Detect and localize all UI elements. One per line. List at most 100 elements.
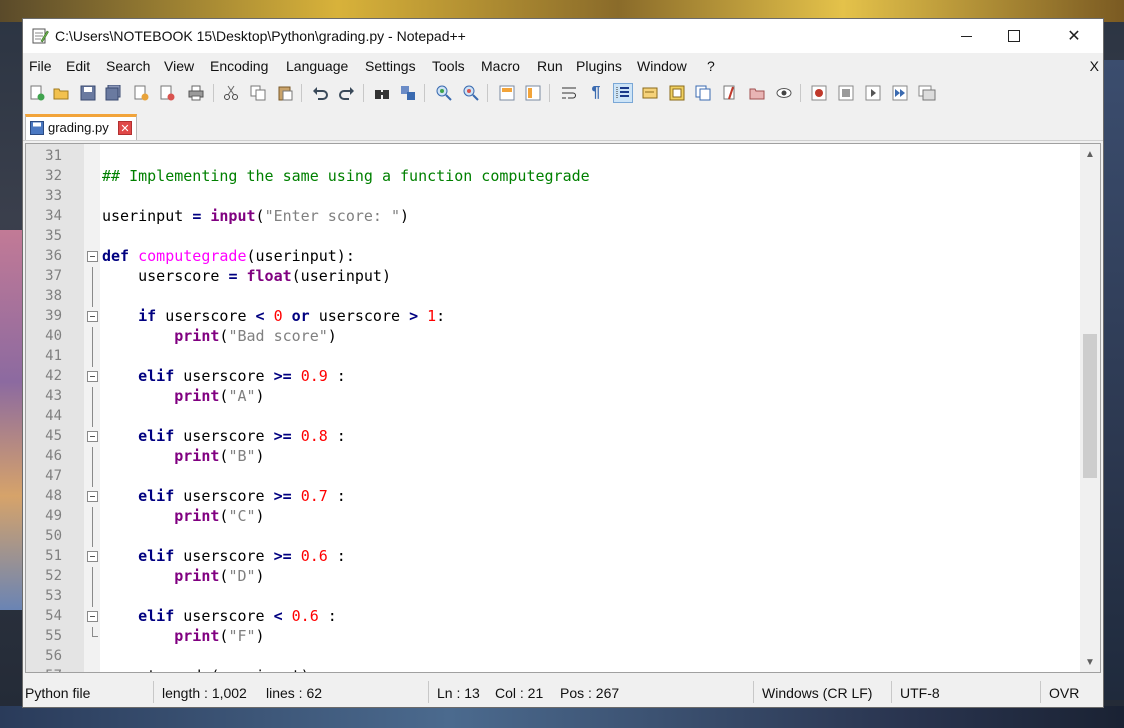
code-line[interactable]: 53 xyxy=(26,587,1080,607)
code-line[interactable]: 52 print("D") xyxy=(26,567,1080,587)
new-file-icon[interactable] xyxy=(27,83,47,103)
save-macro-icon[interactable] xyxy=(917,83,937,103)
code-line[interactable]: 49 print("C") xyxy=(26,507,1080,527)
code-line[interactable]: 51 elif userscore >= 0.6 : xyxy=(26,547,1080,567)
minimize-button[interactable] xyxy=(943,19,989,53)
code-line[interactable]: 32 ## Implementing the same using a funct… xyxy=(26,167,1080,187)
project-icon[interactable] xyxy=(747,83,767,103)
print-icon[interactable] xyxy=(186,83,206,103)
code-line[interactable]: 48 elif userscore >= 0.7 : xyxy=(26,487,1080,507)
code-line[interactable]: 39 if userscore < 0 or userscore > 1: xyxy=(26,307,1080,327)
show-all-chars-icon[interactable]: ¶ xyxy=(586,83,606,103)
desktop-wallpaper-left xyxy=(0,230,22,610)
fold-toggle-icon[interactable] xyxy=(87,431,98,442)
menu-settings[interactable]: Settings xyxy=(365,58,416,74)
menu-language[interactable]: Language xyxy=(286,58,348,74)
menu-search[interactable]: Search xyxy=(106,58,150,74)
code-line[interactable]: 47 xyxy=(26,467,1080,487)
tab-grading-py[interactable]: grading.py ✕ xyxy=(25,114,137,140)
menu-encoding[interactable]: Encoding xyxy=(210,58,268,74)
redo-icon[interactable] xyxy=(337,83,357,103)
cut-icon[interactable] xyxy=(221,83,241,103)
find-icon[interactable] xyxy=(372,83,392,103)
code-area[interactable]: 31 32 ## Implementing the same using a fun… xyxy=(26,144,1080,672)
code-line[interactable]: 37 userscore = float(userinput) xyxy=(26,267,1080,287)
fold-line xyxy=(92,347,93,367)
run-macro-multiple-icon[interactable] xyxy=(890,83,910,103)
fold-toggle-icon[interactable] xyxy=(87,551,98,562)
code-line[interactable]: 44 xyxy=(26,407,1080,427)
zoom-in-icon[interactable] xyxy=(434,83,454,103)
copy-icon[interactable] xyxy=(248,83,268,103)
folder-as-workspace-icon[interactable] xyxy=(720,83,740,103)
code-line[interactable]: 43 print("A") xyxy=(26,387,1080,407)
save-all-icon[interactable] xyxy=(103,83,123,103)
monitoring-icon[interactable] xyxy=(774,83,794,103)
code-line[interactable]: 38 xyxy=(26,287,1080,307)
zoom-out-icon[interactable] xyxy=(461,83,481,103)
close-icon[interactable] xyxy=(131,83,151,103)
fold-toggle-icon[interactable] xyxy=(87,251,98,262)
menu-tools[interactable]: Tools xyxy=(432,58,465,74)
menu-edit[interactable]: Edit xyxy=(66,58,90,74)
title-bar[interactable]: C:\Users\NOTEBOOK 15\Desktop\Python\grad… xyxy=(23,19,1103,53)
code-line[interactable]: 40 print("Bad score") xyxy=(26,327,1080,347)
code-line[interactable]: 54 elif userscore < 0.6 : xyxy=(26,607,1080,627)
scroll-thumb[interactable] xyxy=(1083,334,1097,478)
code-editor[interactable]: 31 32 ## Implementing the same using a fun… xyxy=(25,143,1101,673)
line-number: 39 xyxy=(45,308,62,324)
paste-icon[interactable] xyxy=(275,83,295,103)
menu-macro[interactable]: Macro xyxy=(481,58,520,74)
menu-run[interactable]: Run xyxy=(537,58,563,74)
scroll-down-icon[interactable]: ▼ xyxy=(1080,652,1100,672)
menu-plugins[interactable]: Plugins xyxy=(576,58,622,74)
scroll-up-icon[interactable]: ▲ xyxy=(1080,144,1100,164)
fold-toggle-icon[interactable] xyxy=(87,491,98,502)
line-number: 46 xyxy=(45,448,62,464)
function-list-icon[interactable] xyxy=(693,83,713,103)
code-line[interactable]: 36 def computegrade(userinput): xyxy=(26,247,1080,267)
tab-close-icon[interactable]: ✕ xyxy=(118,121,132,135)
code-line[interactable]: 55 print("F") xyxy=(26,627,1080,647)
menu-help[interactable]: ? xyxy=(707,58,715,74)
record-macro-icon[interactable] xyxy=(809,83,829,103)
vertical-scrollbar[interactable]: ▲ ▼ xyxy=(1080,144,1100,672)
menu-view[interactable]: View xyxy=(164,58,194,74)
code-token: elif xyxy=(138,427,175,445)
replace-icon[interactable] xyxy=(398,83,418,103)
code-line[interactable]: 33 xyxy=(26,187,1080,207)
code-line[interactable]: 42 elif userscore >= 0.9 : xyxy=(26,367,1080,387)
user-language-icon[interactable] xyxy=(640,83,660,103)
sync-vertical-icon[interactable] xyxy=(497,83,517,103)
code-line[interactable]: 46 print("B") xyxy=(26,447,1080,467)
code-line[interactable]: 57 computegrade(userinput) xyxy=(26,667,1080,672)
code-line[interactable]: 35 xyxy=(26,227,1080,247)
close-window-button[interactable]: ✕ xyxy=(1051,19,1097,53)
code-line[interactable]: 31 xyxy=(26,147,1080,167)
save-icon[interactable] xyxy=(78,83,98,103)
menu-file[interactable]: File xyxy=(29,58,52,74)
fold-line xyxy=(92,567,93,587)
open-file-icon[interactable] xyxy=(51,83,71,103)
code-line[interactable]: 56 xyxy=(26,647,1080,667)
fold-toggle-icon[interactable] xyxy=(87,371,98,382)
code-line[interactable]: 50 xyxy=(26,527,1080,547)
maximize-button[interactable] xyxy=(991,19,1037,53)
stop-record-icon[interactable] xyxy=(836,83,856,103)
fold-toggle-icon[interactable] xyxy=(87,311,98,322)
close-document-button[interactable]: X xyxy=(1090,58,1099,74)
undo-icon[interactable] xyxy=(310,83,330,103)
indent-guide-icon[interactable] xyxy=(613,83,633,103)
code-text: elif userscore >= 0.9 : xyxy=(102,367,346,385)
code-line[interactable]: 45 elif userscore >= 0.8 : xyxy=(26,427,1080,447)
menu-window[interactable]: Window xyxy=(637,58,687,74)
code-line[interactable]: 41 xyxy=(26,347,1080,367)
sync-horizontal-icon[interactable] xyxy=(523,83,543,103)
code-token: ) xyxy=(255,507,265,525)
fold-toggle-icon[interactable] xyxy=(87,611,98,622)
close-all-icon[interactable] xyxy=(157,83,177,103)
play-macro-icon[interactable] xyxy=(863,83,883,103)
code-line[interactable]: 34 userinput = input("Enter score: ") xyxy=(26,207,1080,227)
word-wrap-icon[interactable] xyxy=(559,83,579,103)
document-map-icon[interactable] xyxy=(667,83,687,103)
